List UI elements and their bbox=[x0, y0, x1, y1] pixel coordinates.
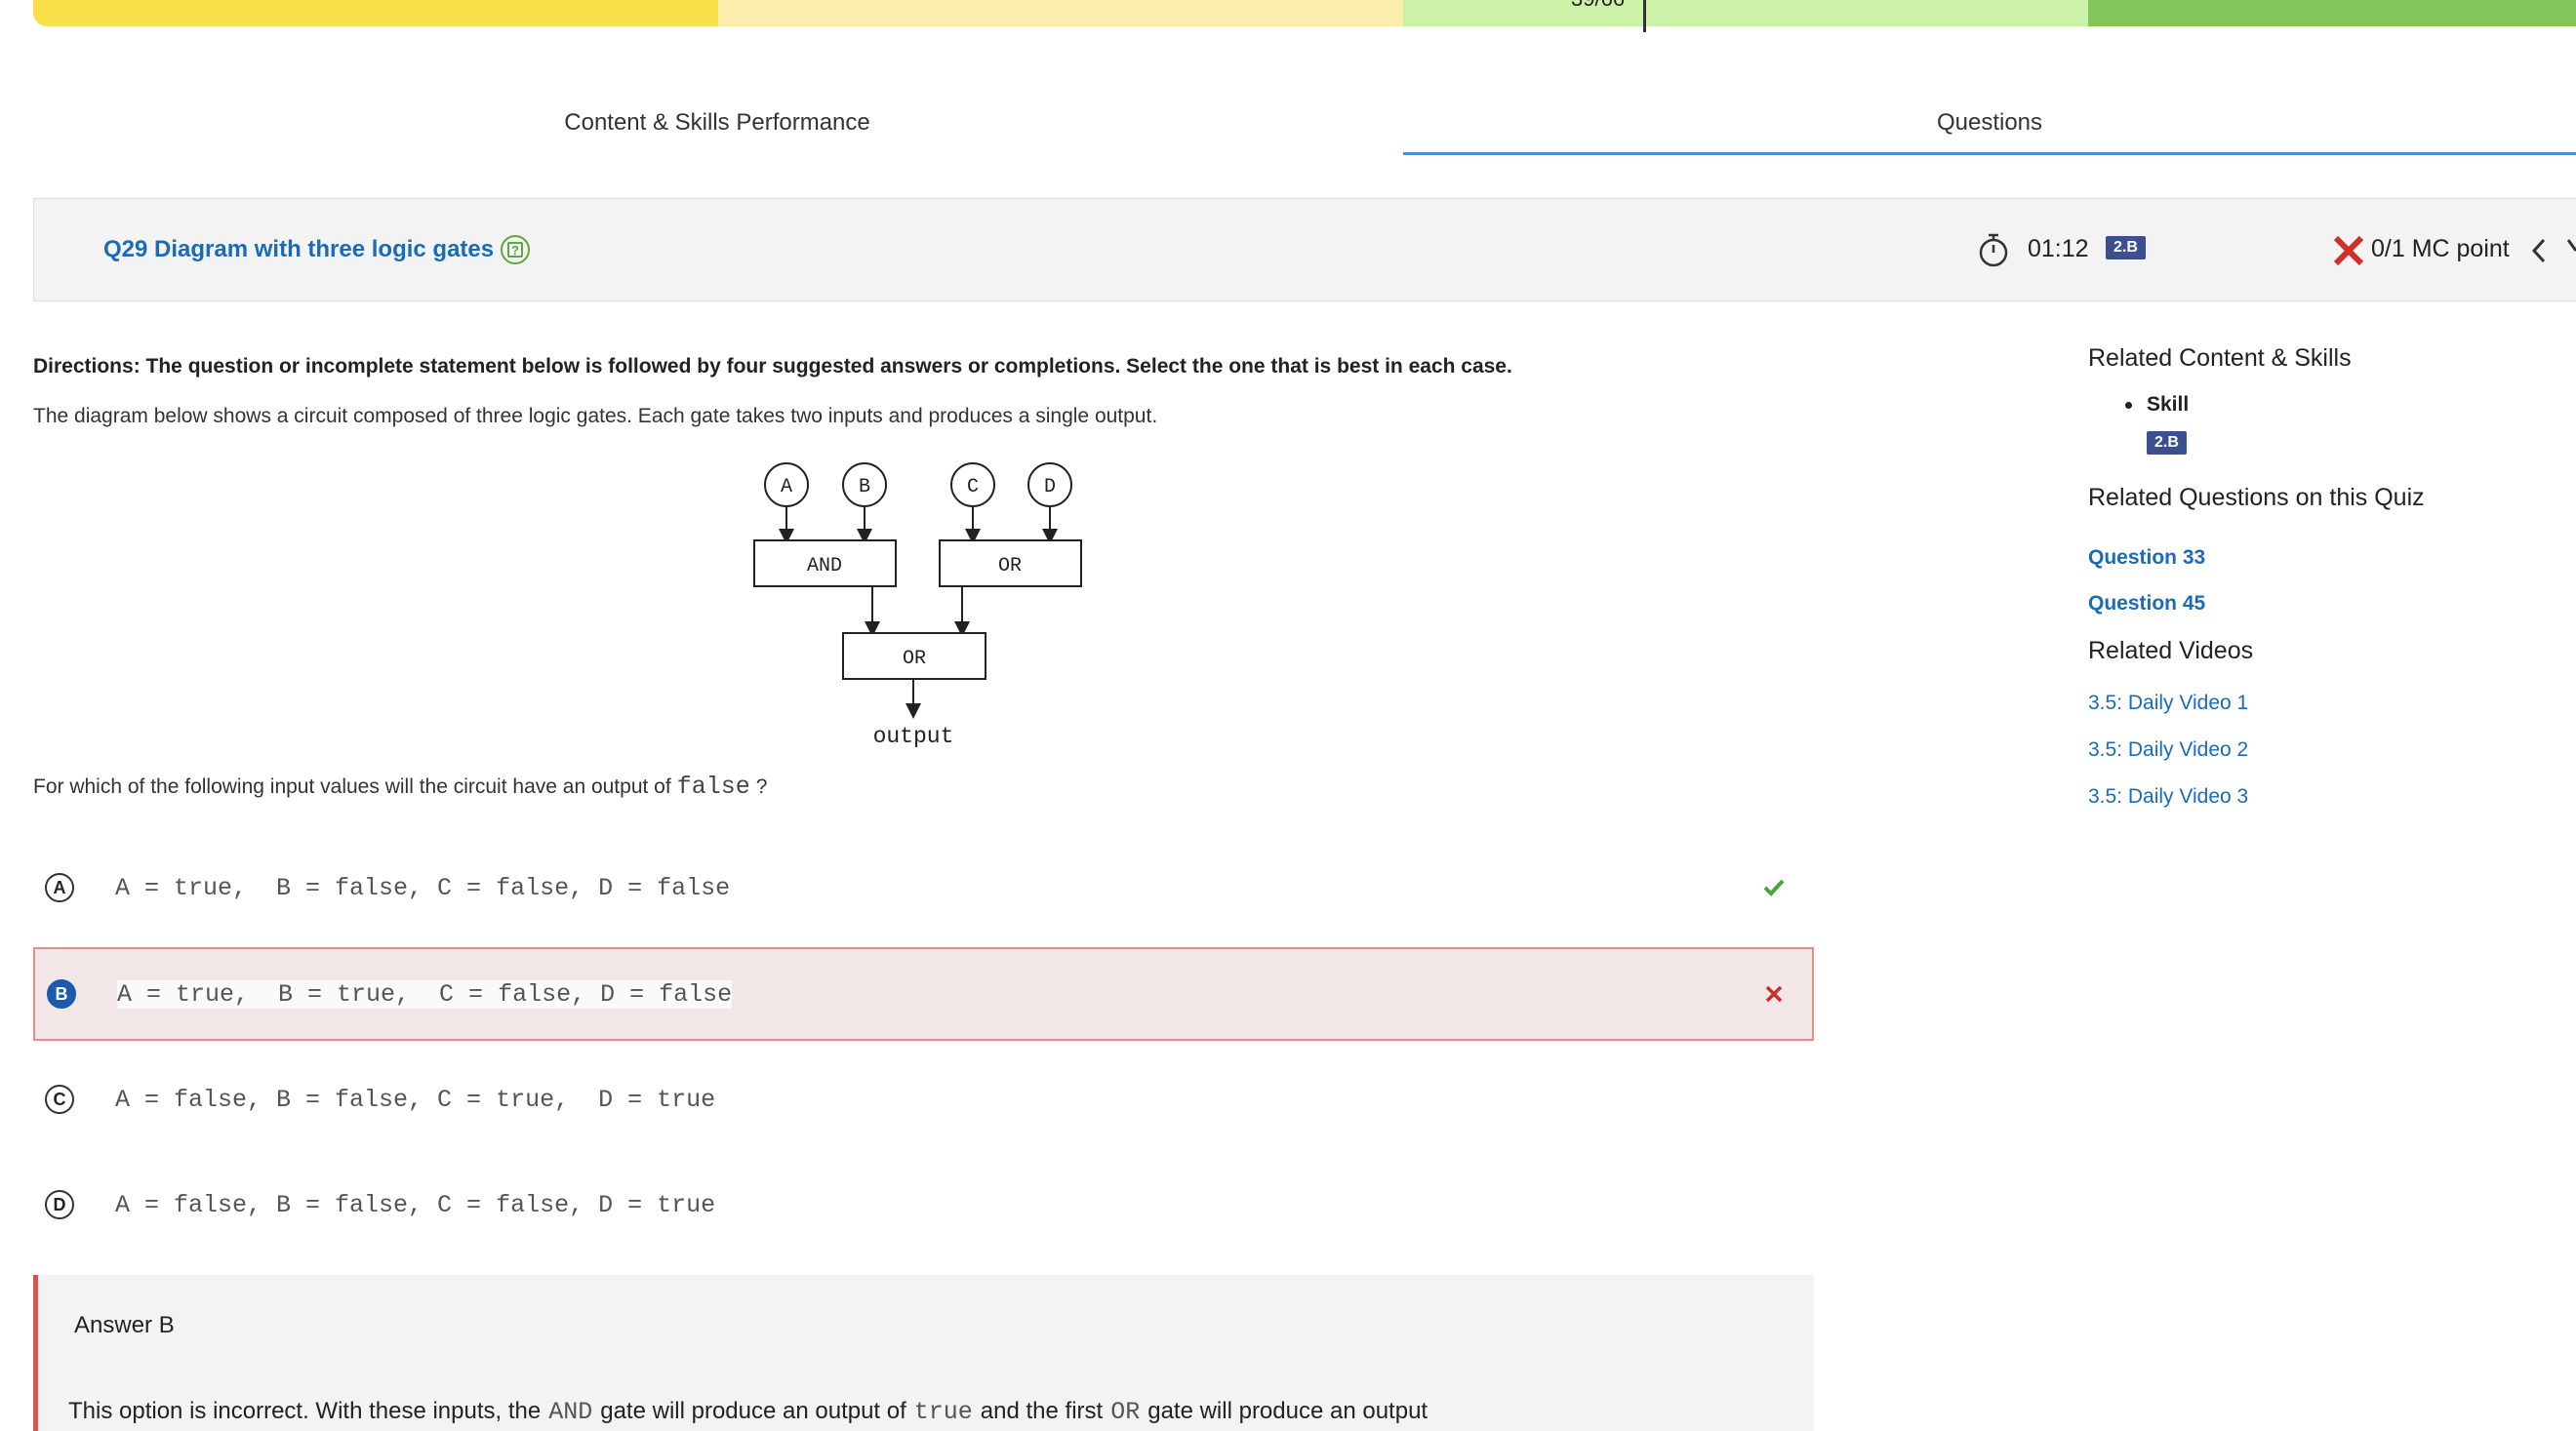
gate-or1-label: OR bbox=[998, 555, 1022, 577]
skill-label: Skill bbox=[2147, 393, 2190, 416]
skill-bullet bbox=[2125, 402, 2132, 409]
help-icon[interactable]: ? bbox=[501, 235, 530, 264]
choice-letter-c: C bbox=[45, 1085, 74, 1114]
output-label: output bbox=[873, 724, 954, 749]
timer-value: 01:12 bbox=[2028, 235, 2089, 262]
choice-letter-a: A bbox=[45, 873, 74, 902]
score-marker bbox=[1643, 0, 1646, 32]
incorrect-x-icon bbox=[1765, 985, 1783, 1003]
related-video-link[interactable]: 3.5: Daily Video 1 bbox=[2088, 692, 2248, 715]
chevron-right-icon[interactable] bbox=[2566, 237, 2576, 264]
choice-text-d: A = false, B = false, C = false, D = tru… bbox=[115, 1190, 716, 1219]
explanation-code-and: AND bbox=[548, 1398, 593, 1426]
choice-b[interactable]: B A = true, B = true, C = false, D = fal… bbox=[33, 947, 1814, 1041]
choice-text-c: A = false, B = false, C = true, D = true bbox=[115, 1085, 716, 1114]
gate-and-label: AND bbox=[807, 555, 842, 577]
choice-d[interactable]: D A = false, B = false, C = false, D = t… bbox=[33, 1158, 1814, 1252]
choice-text-a: A = true, B = false, C = false, D = fals… bbox=[115, 873, 731, 902]
question-prompt: For which of the following input values … bbox=[33, 773, 767, 801]
directions-text: Directions: The question or incomplete s… bbox=[33, 355, 1512, 378]
gate-or2-label: OR bbox=[903, 648, 926, 670]
mc-point-score: 0/1 MC point bbox=[2371, 235, 2510, 262]
input-d-label: D bbox=[1044, 476, 1056, 498]
input-a-label: A bbox=[781, 476, 792, 498]
explanation-code-or: OR bbox=[1110, 1398, 1141, 1426]
choice-letter-d: D bbox=[45, 1190, 74, 1219]
choice-text-b: A = true, B = true, C = false, D = false bbox=[117, 979, 733, 1009]
tab-content-skills-performance[interactable]: Content & Skills Performance bbox=[33, 94, 1401, 152]
answer-label: Answer B bbox=[74, 1312, 175, 1338]
question-title-link[interactable]: Q29 Diagram with three logic gates bbox=[103, 236, 494, 263]
related-questions-heading: Related Questions on this Quiz bbox=[2088, 484, 2425, 511]
progress-segment-3 bbox=[1403, 0, 2088, 26]
related-video-link[interactable]: 3.5: Daily Video 2 bbox=[2088, 738, 2248, 762]
choice-c[interactable]: C A = false, B = false, C = true, D = tr… bbox=[33, 1053, 1814, 1146]
incorrect-x-icon bbox=[2333, 235, 2364, 266]
correct-check-icon bbox=[1763, 879, 1785, 896]
explanation-part-1: This option is incorrect. With these inp… bbox=[68, 1398, 542, 1424]
prompt-question-mark: ? bbox=[755, 775, 768, 798]
explanation-part-4: gate will produce an output bbox=[1147, 1398, 1429, 1424]
explanation-code-true: true bbox=[913, 1398, 973, 1426]
related-videos-heading: Related Videos bbox=[2088, 637, 2254, 664]
score-progress-bar bbox=[33, 0, 2576, 26]
explanation-part-3: and the first bbox=[980, 1398, 1104, 1424]
related-video-link[interactable]: 3.5: Daily Video 3 bbox=[2088, 785, 2248, 809]
progress-segment-1 bbox=[33, 0, 718, 26]
explanation-part-2: gate will produce an output of bbox=[600, 1398, 906, 1424]
stopwatch-icon bbox=[1979, 233, 2008, 267]
logic-gate-diagram: A B C D AND OR OR output bbox=[753, 462, 1082, 749]
tab-questions[interactable]: Questions bbox=[1403, 94, 2576, 155]
input-c-label: C bbox=[967, 476, 979, 498]
prompt-text: For which of the following input values … bbox=[33, 775, 671, 798]
sidebar-skill-badge: 2.B bbox=[2147, 431, 2187, 455]
input-b-label: B bbox=[859, 476, 870, 498]
score-label: 39/66 bbox=[1571, 0, 1625, 12]
skill-badge: 2.B bbox=[2106, 236, 2146, 259]
answer-explanation: This option is incorrect. With these inp… bbox=[68, 1398, 1428, 1426]
prompt-code-false: false bbox=[676, 773, 750, 801]
chevron-left-icon[interactable] bbox=[2529, 237, 2549, 264]
related-content-heading: Related Content & Skills bbox=[2088, 344, 2352, 372]
related-question-link[interactable]: Question 45 bbox=[2088, 592, 2205, 616]
related-question-link[interactable]: Question 33 bbox=[2088, 546, 2205, 570]
progress-segment-2 bbox=[718, 0, 1403, 26]
progress-segment-4 bbox=[2088, 0, 2576, 26]
choice-letter-b: B bbox=[47, 979, 76, 1009]
question-stem: The diagram below shows a circuit compos… bbox=[33, 405, 1158, 427]
choice-a[interactable]: A A = true, B = false, C = false, D = fa… bbox=[33, 841, 1814, 934]
